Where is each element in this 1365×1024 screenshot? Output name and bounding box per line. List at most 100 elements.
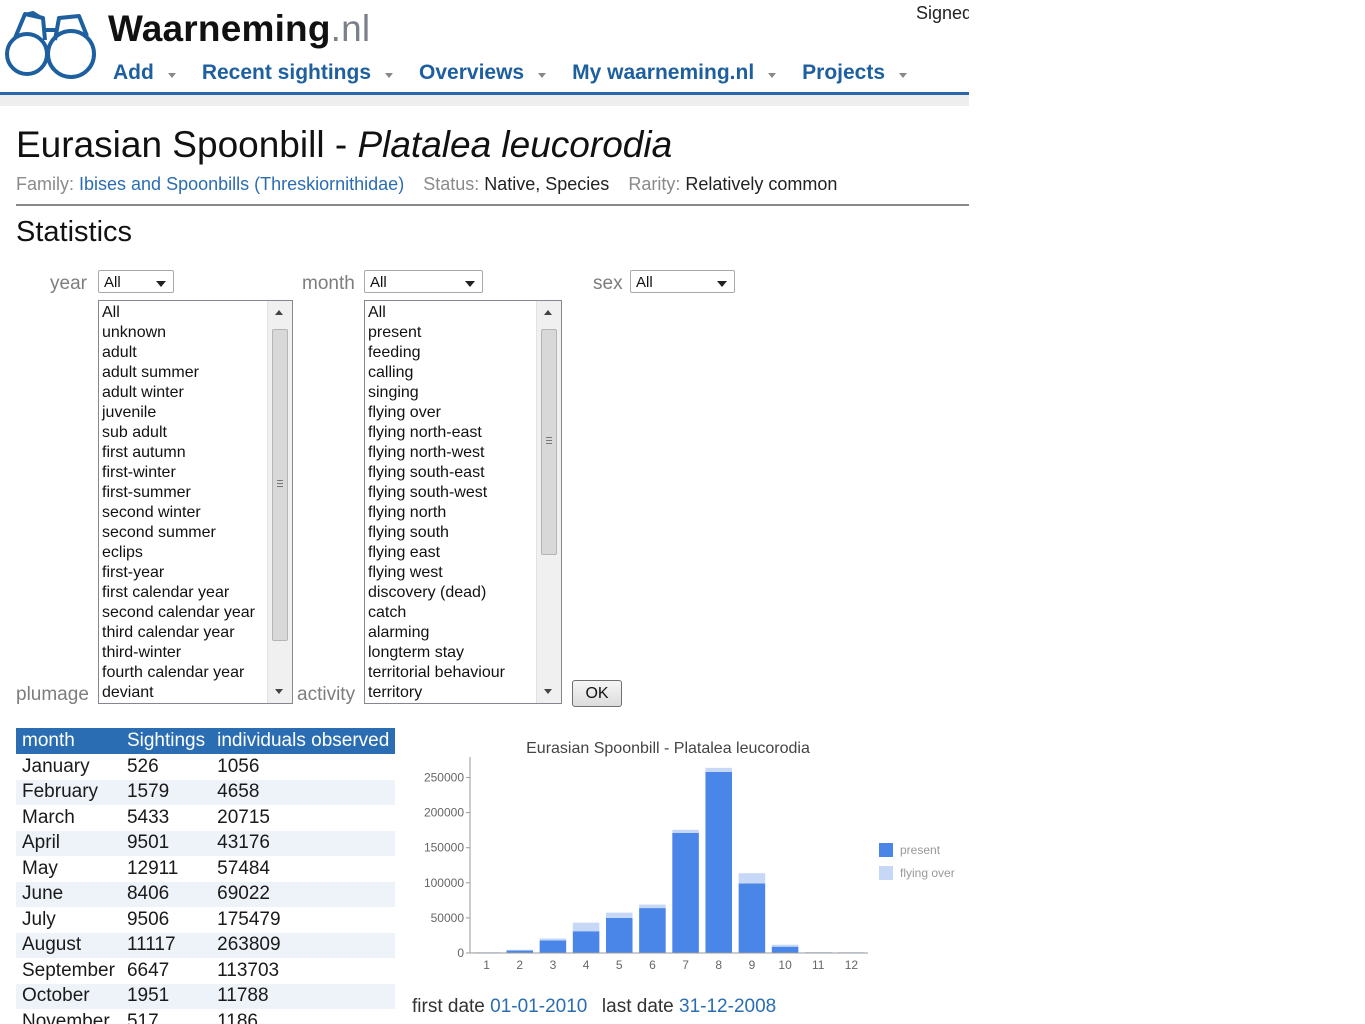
y-tick-label: 100000	[424, 876, 464, 890]
bar-present	[705, 771, 733, 953]
last-date-link[interactable]: 31-12-2008	[679, 996, 776, 1017]
activity-listbox[interactable]: All present feeding calling singing flying ov…	[364, 300, 562, 704]
plumage-option[interactable]: unknown	[102, 323, 255, 343]
plumage-option[interactable]: first calendar year	[102, 583, 255, 603]
plumage-option[interactable]: first autumn	[102, 443, 255, 463]
nav-my-waarneming[interactable]: My waarneming.nl	[572, 60, 777, 86]
rarity-label: Rarity:	[628, 174, 681, 194]
activity-option[interactable]: flying south-east	[368, 463, 505, 483]
plumage-options: All unknown adult adult summer adult winter j…	[102, 303, 255, 703]
activity-option[interactable]: territorial behaviour	[368, 663, 505, 683]
year-select[interactable]: All	[98, 270, 174, 293]
page-title: Eurasian Spoonbill - Platalea leucorodia	[16, 124, 672, 166]
plumage-option[interactable]: adult summer	[102, 363, 255, 383]
activity-option[interactable]: present	[368, 323, 505, 343]
plumage-option[interactable]: first-winter	[102, 463, 255, 483]
table-row: November 517 1186	[16, 1009, 395, 1024]
x-tick-label: 11	[812, 958, 825, 972]
site-name-main: Waarneming	[108, 8, 331, 49]
scroll-down-arrow-icon[interactable]	[544, 689, 552, 694]
plumage-option[interactable]: second winter	[102, 503, 255, 523]
x-tick-label: 8	[715, 958, 722, 972]
plumage-option[interactable]: sub adult	[102, 423, 255, 443]
activity-option[interactable]: flying south-west	[368, 483, 505, 503]
activity-option[interactable]: singing	[368, 383, 505, 403]
plumage-listbox[interactable]: All unknown adult adult summer adult winter j…	[98, 300, 293, 704]
plumage-option[interactable]: juvenile	[102, 403, 255, 423]
title-separator: -	[324, 124, 358, 165]
column-header-sightings[interactable]: Sightings	[120, 728, 212, 754]
bar-flying-over	[705, 767, 733, 772]
site-name[interactable]: Waarneming.nl	[108, 8, 370, 50]
activity-option[interactable]: flying north	[368, 503, 505, 523]
y-tick-label: 0	[457, 946, 464, 960]
ok-button[interactable]: OK	[572, 680, 622, 707]
table-row: June 8406 69022	[16, 881, 396, 907]
plumage-option[interactable]: first-year	[102, 563, 255, 583]
bar-present	[672, 832, 699, 953]
plumage-option[interactable]: All	[102, 303, 255, 323]
nav-add-label: Add	[113, 61, 154, 84]
month-cell: March	[22, 806, 75, 828]
plumage-scrollbar[interactable]	[267, 301, 292, 703]
individuals-cell: 1186	[217, 1010, 258, 1024]
plumage-option[interactable]: fourth calendar year	[102, 663, 255, 683]
plumage-option[interactable]: third calendar year	[102, 623, 255, 643]
scroll-up-arrow-icon[interactable]	[275, 310, 283, 315]
nav-add[interactable]: Add	[113, 60, 176, 86]
page: Waarneming.nl Signed Add Recent sighting…	[0, 0, 969, 1024]
activity-scroll-thumb[interactable]	[541, 329, 557, 555]
activity-option[interactable]: catch	[368, 603, 505, 623]
column-header-month[interactable]: month	[16, 728, 121, 754]
plumage-option[interactable]: second summer	[102, 523, 255, 543]
main-nav: Add Recent sightings Overviews My waarne…	[113, 60, 933, 86]
table-row: March 5433 20715	[16, 805, 395, 831]
activity-option[interactable]: alarming	[368, 623, 505, 643]
plumage-option[interactable]: adult winter	[102, 383, 255, 403]
sightings-cell: 9506	[126, 908, 170, 930]
plumage-option[interactable]: first-summer	[102, 483, 255, 503]
bar-flying-over	[539, 938, 567, 941]
nav-recent-sightings-label: Recent sightings	[201, 61, 372, 84]
activity-option[interactable]: flying north-east	[368, 423, 505, 443]
scroll-down-arrow-icon[interactable]	[275, 689, 283, 694]
activity-option[interactable]: flying south	[368, 523, 505, 543]
activity-option[interactable]: feeding	[368, 343, 505, 363]
x-tick-label: 4	[583, 958, 590, 972]
bar-present	[771, 946, 799, 953]
table-body: January 526 1056 February 1579 4658 March 5433 2…	[16, 754, 396, 1024]
month-select[interactable]: All	[364, 270, 483, 293]
activity-option[interactable]: flying over	[368, 403, 505, 423]
binoculars-logo-icon[interactable]	[3, 8, 99, 82]
activity-option[interactable]: flying west	[368, 563, 505, 583]
first-date-link[interactable]: 01-01-2010	[490, 996, 587, 1017]
activity-option[interactable]: territory	[368, 683, 505, 703]
plumage-option[interactable]: deviant	[102, 683, 255, 703]
nav-recent-sightings[interactable]: Recent sightings	[201, 60, 394, 86]
activity-scrollbar[interactable]	[536, 301, 561, 703]
activity-option[interactable]: discovery (dead)	[368, 583, 505, 603]
legend-swatch	[879, 866, 893, 880]
activity-option[interactable]: calling	[368, 363, 505, 383]
site-header: Waarneming.nl Signed Add Recent sighting…	[0, 0, 969, 95]
family-link[interactable]: Ibises and Spoonbills (Threskiornithidae…	[79, 174, 404, 194]
nav-overviews[interactable]: Overviews	[419, 60, 547, 86]
activity-options: All present feeding calling singing flying ov…	[368, 303, 505, 703]
nav-projects[interactable]: Projects	[802, 60, 908, 86]
monthly-stats-table: month Sightings individuals observed Jan…	[16, 728, 396, 1024]
plumage-scroll-thumb[interactable]	[272, 329, 288, 641]
table-row: February 1579 4658	[16, 779, 396, 805]
plumage-option[interactable]: eclips	[102, 543, 255, 563]
column-header-individuals[interactable]: individuals observed	[211, 728, 396, 754]
activity-option[interactable]: All	[368, 303, 505, 323]
plumage-option[interactable]: adult	[102, 343, 255, 363]
plumage-option[interactable]: third-winter	[102, 643, 255, 663]
table-row: January 526 1056	[16, 754, 395, 780]
activity-option[interactable]: longterm stay	[368, 643, 505, 663]
activity-option[interactable]: flying north-west	[368, 443, 505, 463]
date-range: first date 01-01-2010 last date 31-12-20…	[412, 996, 776, 1018]
plumage-option[interactable]: second calendar year	[102, 603, 255, 623]
activity-option[interactable]: flying east	[368, 543, 505, 563]
scroll-up-arrow-icon[interactable]	[544, 310, 552, 315]
sex-select[interactable]: All	[630, 270, 735, 293]
